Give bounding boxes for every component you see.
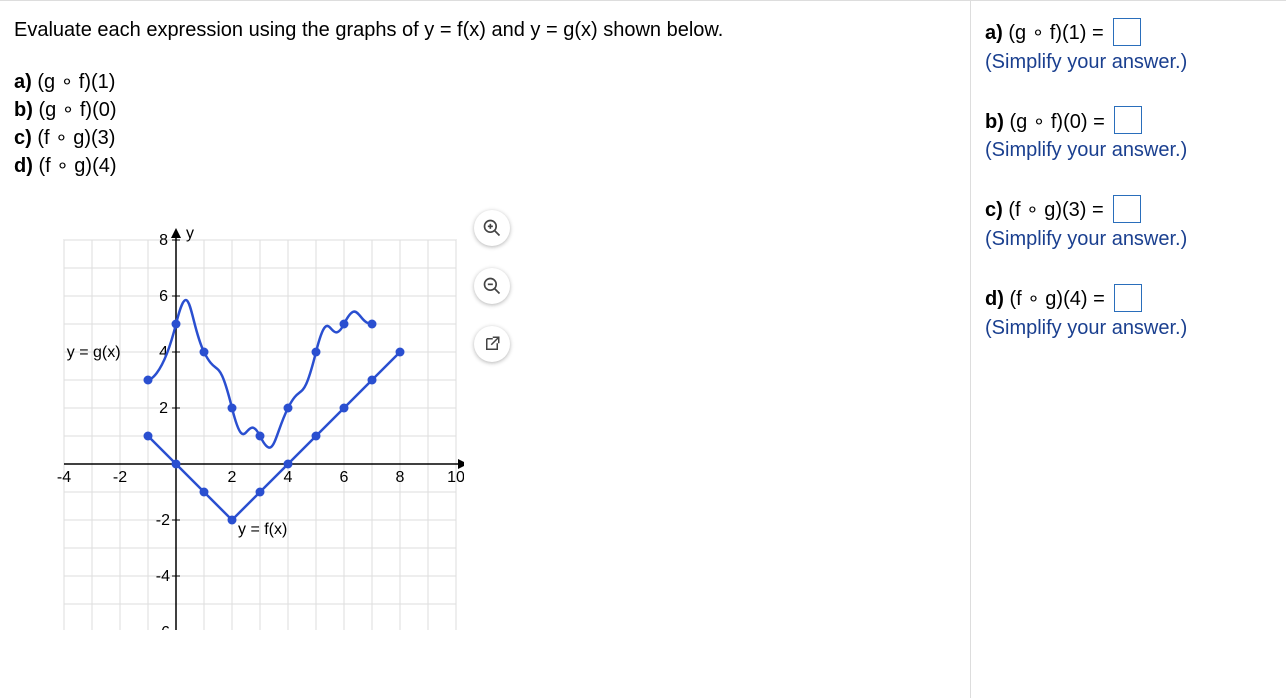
part-a: a) (g ∘ f)(1) <box>14 68 960 96</box>
svg-text:8: 8 <box>396 469 405 486</box>
answer-panel: a) (g ∘ f)(1) = (Simplify your answer.) … <box>970 1 1286 698</box>
hint-a: (Simplify your answer.) <box>985 51 1187 73</box>
answer-b-input[interactable] <box>1114 106 1142 134</box>
svg-text:2: 2 <box>228 469 237 486</box>
zoom-out-button[interactable] <box>474 268 510 304</box>
part-c: c) (f ∘ g)(3) <box>14 124 960 152</box>
svg-text:-6: -6 <box>156 624 170 630</box>
svg-text:4: 4 <box>284 469 293 486</box>
graph-container: -4-22468102468-2-4-6xyy = g(x)y = f(x) <box>34 210 464 636</box>
svg-text:-2: -2 <box>113 469 127 486</box>
answer-d-input[interactable] <box>1114 284 1142 312</box>
svg-text:y = f(x): y = f(x) <box>238 521 287 538</box>
part-d: d) (f ∘ g)(4) <box>14 152 960 180</box>
answer-a-input[interactable] <box>1113 18 1141 46</box>
part-b: b) (g ∘ f)(0) <box>14 96 960 124</box>
answer-b: b) (g ∘ f)(0) = (Simplify your answer.) <box>985 108 1276 165</box>
svg-text:6: 6 <box>340 469 349 486</box>
graph-svg: -4-22468102468-2-4-6xyy = g(x)y = f(x) <box>34 210 464 630</box>
svg-text:10: 10 <box>447 469 464 486</box>
svg-text:-4: -4 <box>156 568 170 585</box>
svg-text:-2: -2 <box>156 512 170 529</box>
svg-text:2: 2 <box>159 400 168 417</box>
answer-a: a) (g ∘ f)(1) = (Simplify your answer.) <box>985 19 1276 76</box>
parts-list: a) (g ∘ f)(1) b) (g ∘ f)(0) c) (f ∘ g)(3… <box>14 68 960 180</box>
svg-text:y = g(x): y = g(x) <box>67 344 121 361</box>
instruction-text: Evaluate each expression using the graph… <box>14 19 960 42</box>
popout-icon <box>483 335 501 353</box>
hint-d: (Simplify your answer.) <box>985 317 1187 339</box>
zoom-in-icon <box>482 218 502 238</box>
zoom-in-button[interactable] <box>474 210 510 246</box>
answer-d: d) (f ∘ g)(4) = (Simplify your answer.) <box>985 285 1276 342</box>
svg-text:-4: -4 <box>57 469 71 486</box>
answer-c-input[interactable] <box>1113 195 1141 223</box>
popout-button[interactable] <box>474 326 510 362</box>
page-root: Evaluate each expression using the graph… <box>0 0 1286 698</box>
question-panel: Evaluate each expression using the graph… <box>0 1 970 698</box>
graph-tools <box>474 210 510 384</box>
zoom-out-icon <box>482 276 502 296</box>
svg-text:8: 8 <box>159 232 168 249</box>
hint-b: (Simplify your answer.) <box>985 139 1187 161</box>
answer-c: c) (f ∘ g)(3) = (Simplify your answer.) <box>985 196 1276 253</box>
svg-text:6: 6 <box>159 288 168 305</box>
hint-c: (Simplify your answer.) <box>985 228 1187 250</box>
svg-text:y: y <box>186 225 194 242</box>
